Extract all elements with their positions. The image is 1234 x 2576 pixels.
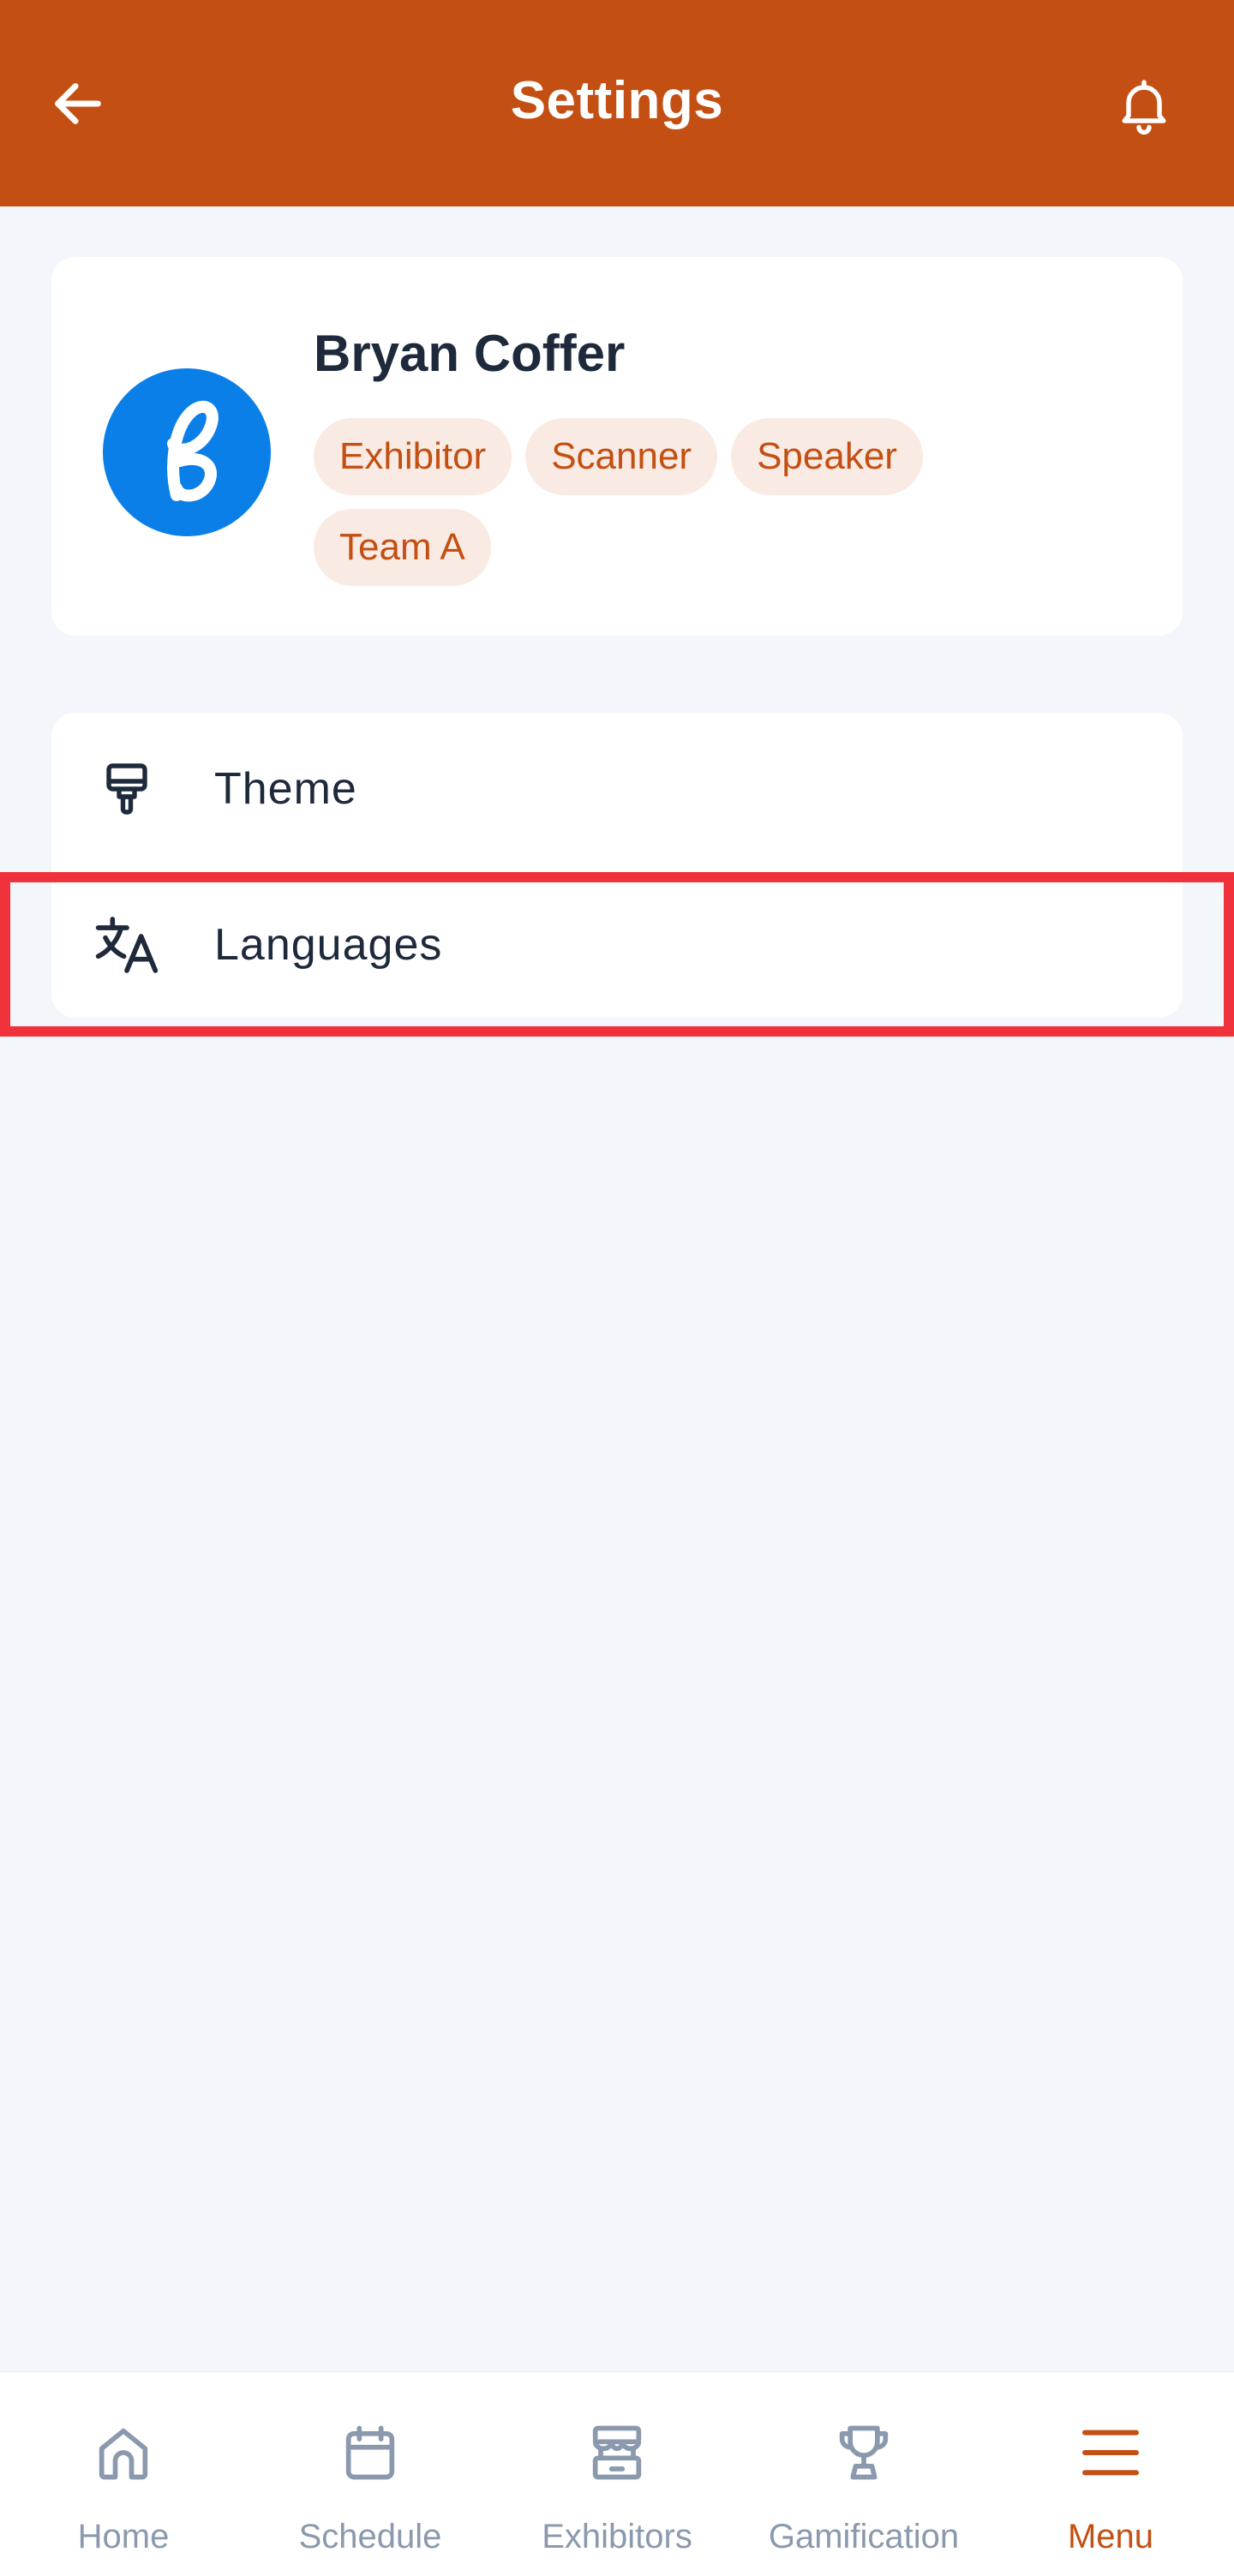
role-tags: Exhibitor Scanner Speaker Team A (314, 418, 1085, 586)
nav-item-schedule[interactable]: Schedule (247, 2372, 494, 2576)
notifications-button[interactable] (1105, 67, 1183, 144)
user-name: Bryan Coffer (314, 325, 626, 382)
translate-icon (93, 911, 161, 979)
nav-item-home[interactable]: Home (0, 2372, 247, 2576)
trophy-icon (830, 2418, 898, 2487)
settings-item-theme[interactable]: Theme (51, 713, 1183, 865)
nav-label: Home (77, 2518, 170, 2555)
paint-brush-icon (93, 755, 161, 823)
role-tag: Exhibitor (314, 418, 512, 495)
nav-label: Schedule (298, 2518, 442, 2555)
nav-item-gamification[interactable]: Gamification (740, 2372, 987, 2576)
settings-item-languages[interactable]: Languages (51, 869, 1183, 1021)
storefront-icon (583, 2418, 651, 2487)
nav-label: Exhibitors (542, 2518, 692, 2555)
menu-icon (1076, 2418, 1145, 2487)
calendar-icon (336, 2418, 404, 2487)
profile-card: Bryan Coffer Exhibitor Scanner Speaker T… (51, 257, 1183, 636)
page-title: Settings (510, 71, 724, 130)
bell-icon (1122, 80, 1166, 135)
role-tag: Speaker (731, 418, 923, 495)
settings-list: Theme Languages (51, 713, 1183, 1018)
app-header: Settings (0, 0, 1234, 206)
script-b-logo (167, 400, 219, 502)
role-tag: Team A (314, 509, 491, 586)
bottom-nav: Home Schedule Exhibitors Gamification Me… (0, 2371, 1234, 2576)
role-tag: Scanner (525, 418, 718, 495)
home-icon (89, 2418, 158, 2487)
avatar (103, 368, 271, 536)
settings-screen: Settings Bryan Coffer Exhibitor Scanner … (0, 0, 1234, 2576)
nav-item-exhibitors[interactable]: Exhibitors (494, 2372, 740, 2576)
nav-label: Gamification (768, 2518, 960, 2555)
settings-item-label: Theme (214, 764, 357, 814)
settings-item-label: Languages (214, 920, 443, 970)
nav-label: Menu (1067, 2518, 1154, 2555)
nav-item-menu[interactable]: Menu (987, 2372, 1234, 2576)
